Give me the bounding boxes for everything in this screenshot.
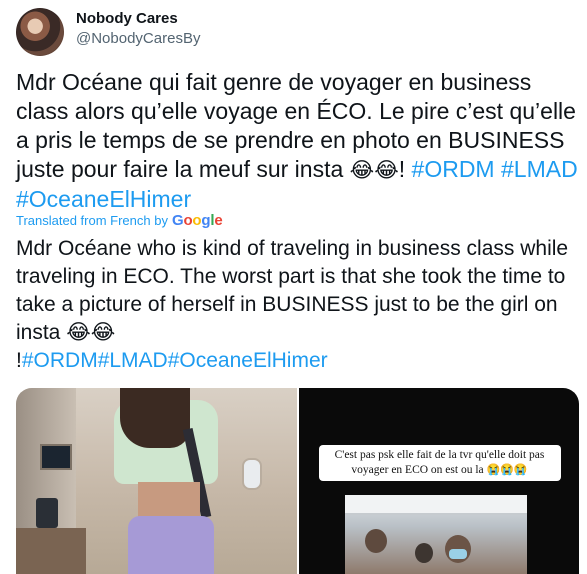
hashtag-oceaneelhimer[interactable]: #OceaneElHimer bbox=[16, 186, 191, 212]
tweet-text-bang: ! bbox=[398, 156, 412, 182]
hashtag-lmad-translation[interactable]: #LMAD bbox=[98, 349, 168, 372]
translated-from-label[interactable]: Translated from French by Google bbox=[16, 212, 223, 230]
passenger bbox=[414, 543, 433, 563]
author-names: Nobody Cares @NobodyCaresBy bbox=[76, 9, 200, 49]
media-grid: C'est pas psk elle fait de la tvr qu'ell… bbox=[16, 388, 579, 574]
google-letter-g: G bbox=[171, 212, 184, 229]
google-letter-g2: g bbox=[201, 212, 211, 229]
face-mask bbox=[448, 549, 467, 559]
hashtag-ordm[interactable]: #ORDM bbox=[412, 156, 495, 182]
seat-panel bbox=[36, 498, 58, 528]
user-handle[interactable]: @NobodyCaresBy bbox=[76, 29, 200, 49]
google-letter-e: e bbox=[214, 212, 223, 229]
photo-story-screenshot[interactable]: C'est pas psk elle fait de la tvr qu'ell… bbox=[298, 388, 579, 574]
hashtag-ordm-translation[interactable]: #ORDM bbox=[22, 349, 98, 372]
tweet-text-main: Mdr Océane qui fait genre de voyager en … bbox=[16, 69, 583, 182]
tweet-text: Mdr Océane qui fait genre de voyager en … bbox=[16, 68, 581, 214]
seat bbox=[16, 528, 86, 574]
person-pants bbox=[128, 516, 214, 574]
tweet-header: Nobody Cares @NobodyCaresBy bbox=[16, 8, 571, 56]
overhead-bin bbox=[344, 495, 527, 515]
translation-text: Mdr Océane who is kind of traveling in b… bbox=[16, 235, 581, 375]
avatar[interactable] bbox=[16, 8, 64, 56]
person-hair bbox=[120, 388, 190, 448]
google-logo: Google bbox=[172, 212, 223, 230]
person-waist bbox=[138, 482, 200, 518]
passenger bbox=[364, 529, 387, 553]
seat-screen bbox=[40, 444, 72, 470]
display-name[interactable]: Nobody Cares bbox=[76, 9, 200, 29]
hashtag-lmad[interactable]: #LMAD bbox=[501, 156, 578, 182]
crying-emoji: 😭😭😭 bbox=[486, 464, 528, 476]
story-caption: C'est pas psk elle fait de la tvr qu'ell… bbox=[318, 445, 561, 481]
photo-business-class[interactable] bbox=[16, 388, 297, 574]
laughing-emoji-translation: 😂😂 bbox=[66, 321, 116, 344]
economy-cabin-photo bbox=[344, 495, 527, 574]
translated-label-text: Translated from French by bbox=[16, 213, 168, 228]
plane-window bbox=[242, 458, 262, 490]
laughing-emoji: 😂😂 bbox=[349, 159, 399, 182]
hashtag-oceaneelhimer-translation[interactable]: #OceaneElHimer bbox=[168, 349, 328, 372]
